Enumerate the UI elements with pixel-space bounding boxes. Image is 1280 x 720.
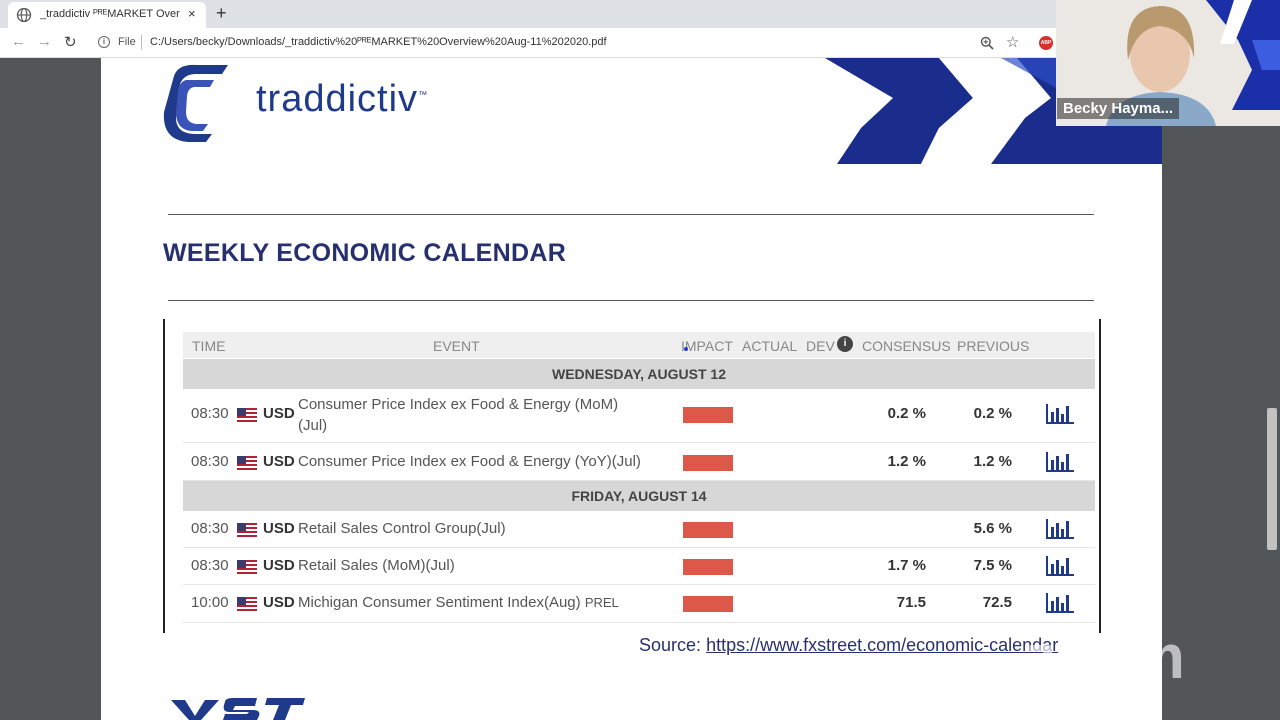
calendar-header: TIME EVENT IMPACT ACTUAL DEV i CONSENSUS…	[183, 332, 1095, 358]
bar-chart-icon[interactable]	[1045, 554, 1075, 578]
day-row-wednesday: WEDNESDAY, AUGUST 12	[183, 359, 1095, 389]
logo-mark-icon	[163, 64, 228, 142]
bar-chart-icon[interactable]	[1045, 591, 1075, 615]
event-name[interactable]: Michigan Consumer Sentiment Index(Aug) P…	[298, 592, 673, 613]
us-flag-icon	[237, 408, 257, 422]
pdf-scrollbar[interactable]	[1264, 126, 1280, 720]
header-previous: PREVIOUS	[957, 338, 1030, 354]
impact-bar	[683, 407, 733, 423]
event-time: 08:30	[191, 520, 229, 537]
event-previous: 1.2 %	[973, 453, 1012, 470]
event-previous: 5.6 %	[973, 520, 1012, 537]
cursor-dot	[684, 347, 688, 351]
impact-bar	[683, 596, 733, 612]
table-row[interactable]: 08:30 USD Retail Sales (MoM)(Jul) 1.7 % …	[183, 548, 1095, 585]
header-consensus: CONSENSUS	[862, 338, 951, 354]
event-time: 10:00	[191, 594, 229, 611]
event-consensus: 1.7 %	[887, 557, 926, 574]
impact-bar	[683, 455, 733, 471]
event-time: 08:30	[191, 453, 229, 470]
new-tab-button[interactable]: +	[216, 3, 227, 24]
zoom-watermark: zoom	[1026, 623, 1185, 692]
event-currency: USD	[263, 557, 295, 574]
us-flag-icon	[237, 456, 257, 470]
participant-video[interactable]: Becky Hayma...	[1056, 0, 1280, 126]
info-icon[interactable]: i	[98, 36, 110, 48]
event-consensus: 1.2 %	[887, 453, 926, 470]
economic-calendar: TIME EVENT IMPACT ACTUAL DEV i CONSENSUS…	[163, 319, 1101, 633]
page-title: WEEKLY ECONOMIC CALENDAR	[163, 239, 567, 267]
event-consensus: 0.2 %	[887, 405, 926, 422]
traddictiv-logo: traddictiv™	[156, 60, 427, 144]
event-name[interactable]: Consumer Price Index ex Food & Energy (Y…	[298, 451, 678, 472]
address-separator	[141, 35, 142, 50]
table-row[interactable]: 08:30 USD Retail Sales Control Group(Jul…	[183, 511, 1095, 548]
event-name[interactable]: Retail Sales Control Group(Jul)	[298, 518, 673, 539]
event-currency: USD	[263, 520, 295, 537]
header-event: EVENT	[433, 338, 480, 354]
table-row[interactable]: 10:00 USD Michigan Consumer Sentiment In…	[183, 585, 1095, 623]
header-time: TIME	[192, 338, 226, 354]
scrollbar-thumb[interactable]	[1267, 408, 1277, 550]
header-impact: IMPACT	[681, 338, 733, 354]
dev-info-icon[interactable]: i	[837, 336, 853, 352]
event-name[interactable]: Retail Sales (MoM)(Jul)	[298, 555, 673, 576]
browser-tab[interactable]: _traddictiv ᴾᴿᴱMARKET Overview A ×	[8, 2, 206, 28]
event-previous: 72.5	[982, 594, 1012, 611]
us-flag-icon	[237, 597, 257, 611]
partial-logo	[171, 698, 305, 720]
participant-name: Becky Hayma...	[1057, 98, 1180, 119]
event-currency: USD	[263, 594, 295, 611]
header-actual: ACTUAL	[742, 338, 798, 354]
table-row[interactable]: 08:30 USD Consumer Price Index ex Food &…	[183, 389, 1095, 443]
address-scheme: File	[118, 36, 136, 48]
event-time: 08:30	[191, 557, 229, 574]
source-citation: Source: https://www.fxstreet.com/economi…	[639, 635, 1059, 655]
day-row-friday: FRIDAY, AUGUST 14	[183, 481, 1095, 511]
event-previous: 0.2 %	[973, 405, 1012, 422]
event-previous: 7.5 %	[973, 557, 1012, 574]
event-currency: USD	[263, 405, 295, 422]
pdf-page: traddictiv™ WEEKLY ECONOMIC CALENDAR TIM…	[101, 58, 1162, 720]
header-dev: DEV	[806, 338, 835, 354]
impact-bar	[683, 522, 733, 538]
event-tag: PREL	[584, 595, 619, 610]
bookmark-star-icon[interactable]: ☆	[1006, 33, 1019, 51]
reload-icon[interactable]: ↻	[64, 33, 77, 51]
divider-top	[168, 214, 1094, 215]
event-currency: USD	[263, 453, 295, 470]
source-link[interactable]: https://www.fxstreet.com/economic-calend…	[706, 635, 1058, 655]
tab-strip: _traddictiv ᴾᴿᴱMARKET Overview A × +	[0, 0, 1056, 28]
globe-icon	[16, 7, 32, 23]
bar-chart-icon[interactable]	[1045, 517, 1075, 541]
event-name[interactable]: Consumer Price Index ex Food & Energy (M…	[298, 394, 673, 436]
event-consensus: 71.5	[896, 594, 926, 611]
zoom-icon[interactable]	[980, 36, 994, 50]
address-bar[interactable]: C:/Users/becky/Downloads/_traddictiv%20ᴾ…	[150, 36, 607, 48]
us-flag-icon	[237, 560, 257, 574]
logo-wordmark: traddictiv™	[256, 78, 429, 120]
bar-chart-icon[interactable]	[1045, 402, 1075, 426]
adblock-icon[interactable]: ABP	[1039, 36, 1053, 50]
close-icon[interactable]: ×	[188, 6, 196, 21]
browser-toolbar: ← → ↻ i File C:/Users/becky/Downloads/_t…	[0, 28, 1056, 58]
bar-chart-icon[interactable]	[1045, 450, 1075, 474]
us-flag-icon	[237, 523, 257, 537]
table-row[interactable]: 08:30 USD Consumer Price Index ex Food &…	[183, 443, 1095, 481]
event-time: 08:30	[191, 405, 229, 422]
divider-bottom	[168, 300, 1094, 301]
tab-title: _traddictiv ᴾᴿᴱMARKET Overview A	[40, 8, 180, 20]
back-arrow-icon[interactable]: ←	[11, 33, 26, 50]
impact-bar	[683, 559, 733, 575]
forward-arrow-icon[interactable]: →	[37, 33, 52, 50]
